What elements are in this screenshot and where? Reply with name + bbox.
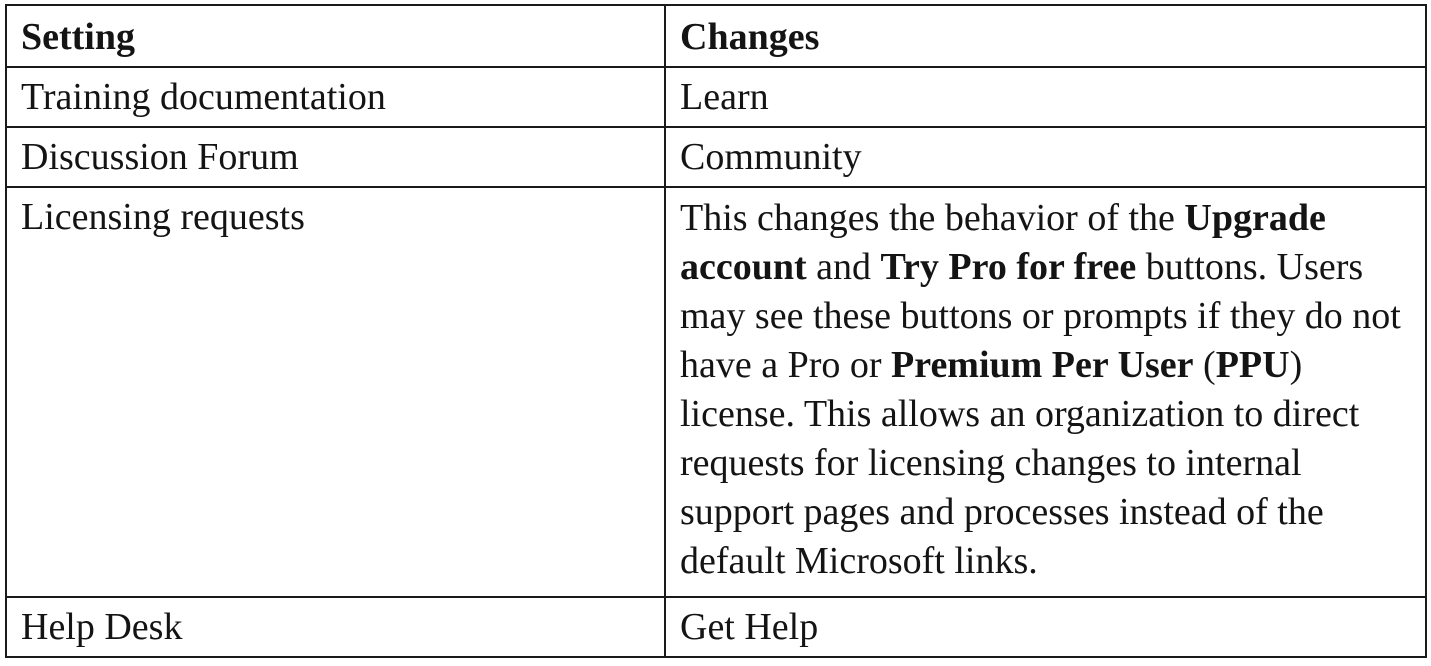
changes-text: This changes the behavior of the (680, 197, 1185, 239)
header-changes: Changes (664, 4, 1427, 68)
table-row: Discussion Forum Community (5, 126, 1427, 188)
table-row: Training documentation Learn (5, 66, 1427, 128)
ppu-label: PPU (1215, 344, 1290, 386)
changes-text: and (806, 246, 881, 288)
changes-cell: Get Help (664, 596, 1427, 658)
changes-cell: Community (664, 126, 1427, 188)
premium-per-user-label: Premium Per User (891, 344, 1194, 386)
changes-text: ( (1193, 344, 1216, 386)
table-row: Help Desk Get Help (5, 596, 1427, 658)
changes-cell: This changes the behavior of the Upgrade… (664, 186, 1427, 598)
setting-cell: Licensing requests (5, 186, 666, 598)
setting-cell: Training documentation (5, 66, 666, 128)
settings-table: Setting Changes Training documentation L… (5, 4, 1427, 658)
header-setting: Setting (5, 4, 666, 68)
table-row: Licensing requests This changes the beha… (5, 186, 1427, 598)
setting-cell: Help Desk (5, 596, 666, 658)
try-pro-label: Try Pro for free (880, 246, 1137, 288)
table-header-row: Setting Changes (5, 4, 1427, 68)
setting-cell: Discussion Forum (5, 126, 666, 188)
changes-cell: Learn (664, 66, 1427, 128)
